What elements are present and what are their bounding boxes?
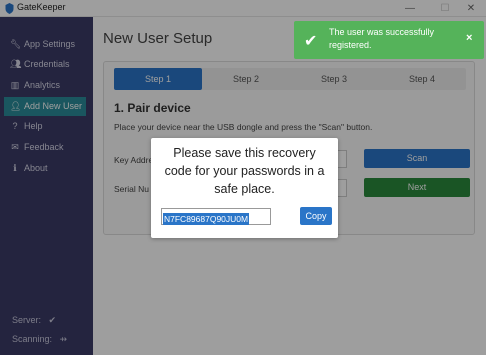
- toast-close-icon[interactable]: ×: [466, 32, 472, 44]
- success-toast: ✔ The user was successfully registered. …: [294, 21, 484, 59]
- toast-message: The user was successfully registered.: [329, 27, 435, 50]
- check-icon: ✔: [304, 33, 318, 50]
- recovery-code-dialog: Please save this recovery code for your …: [151, 138, 338, 238]
- recovery-code-value: N7FC89687Q90JU0M: [163, 213, 250, 225]
- recovery-code-field[interactable]: N7FC89687Q90JU0M: [161, 208, 271, 225]
- copy-button[interactable]: Copy: [300, 207, 332, 225]
- dialog-message: Please save this recovery code for your …: [164, 146, 325, 196]
